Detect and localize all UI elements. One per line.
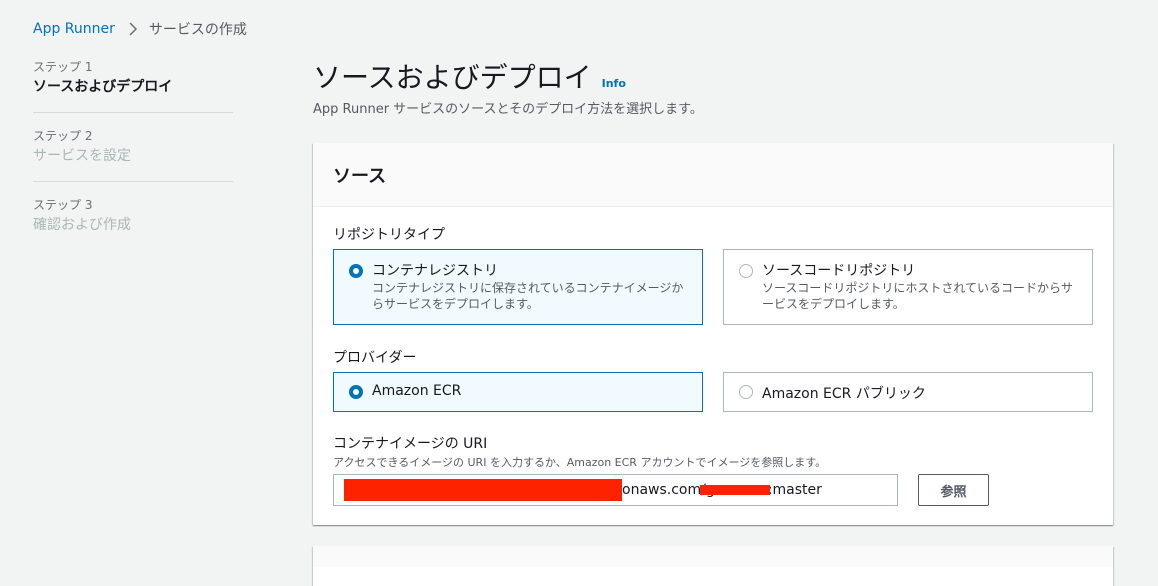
- container-registry-desc: コンテナレジストリに保存されているコンテナイメージからサービスをデプロイします。: [372, 281, 684, 311]
- breadcrumb: App Runner サービスの作成: [33, 19, 247, 39]
- page-description: App Runner サービスのソースとそのデプロイ方法を選択します。: [313, 102, 703, 117]
- breadcrumb-app-runner-link[interactable]: App Runner: [33, 21, 115, 37]
- repository-type-label: リポジトリタイプ: [333, 227, 445, 243]
- step-2-title: サービスを設定: [33, 148, 131, 164]
- source-panel-header: ソース: [313, 143, 1113, 207]
- source-panel-title: ソース: [333, 165, 387, 187]
- provider-amazon-ecr-title: Amazon ECR: [372, 383, 462, 399]
- image-uri-description: アクセスできるイメージの URI を入力するか、Amazon ECR アカウント…: [333, 456, 827, 469]
- step-3-title: 確認および作成: [33, 217, 131, 233]
- image-uri-field[interactable]: [333, 474, 898, 506]
- chevron-right-icon: [129, 22, 137, 36]
- radio-selected-icon[interactable]: [349, 264, 363, 278]
- redaction-bar: [700, 485, 770, 495]
- info-link[interactable]: Info: [602, 77, 626, 90]
- redaction-bar: [344, 479, 622, 501]
- step-2-label: ステップ 2: [33, 129, 93, 143]
- step-1-title: ソースおよびデプロイ: [33, 79, 173, 95]
- container-registry-option[interactable]: コンテナレジストリ コンテナレジストリに保存されているコンテナイメージからサービ…: [333, 249, 703, 325]
- source-code-repository-title: ソースコードリポジトリ: [762, 263, 916, 279]
- step-1-label: ステップ 1: [33, 60, 93, 74]
- image-uri-label: コンテナイメージの URI: [333, 436, 488, 452]
- page-header: ソースおよびデプロイ Info: [313, 58, 626, 98]
- source-panel: ソース リポジトリタイプ コンテナレジストリ コンテナレジストリに保存されている…: [313, 143, 1113, 525]
- source-code-repository-option[interactable]: ソースコードリポジトリ ソースコードリポジトリにホストされているコードからサービ…: [723, 249, 1093, 325]
- wizard-steps: ステップ 1 ソースおよびデプロイ ステップ 2 サービスを設定 ステップ 3 …: [33, 58, 233, 264]
- breadcrumb-current: サービスの作成: [148, 22, 247, 38]
- provider-amazon-ecr-public-title: Amazon ECR パブリック: [762, 386, 926, 402]
- radio-selected-icon[interactable]: [349, 385, 363, 399]
- radio-unselected-icon[interactable]: [739, 264, 753, 278]
- step-2: ステップ 2 サービスを設定: [33, 127, 233, 182]
- browse-button[interactable]: 参照: [918, 474, 989, 506]
- page-title: ソースおよびデプロイ: [313, 61, 592, 94]
- step-3-label: ステップ 3: [33, 198, 93, 212]
- step-1: ステップ 1 ソースおよびデプロイ: [33, 58, 233, 113]
- step-3: ステップ 3 確認および作成: [33, 196, 233, 250]
- source-code-repository-desc: ソースコードリポジトリにホストされているコードからサービスをデプロイします。: [762, 281, 1074, 311]
- provider-label: プロバイダー: [333, 350, 417, 366]
- radio-unselected-icon[interactable]: [739, 385, 753, 399]
- provider-amazon-ecr-option[interactable]: Amazon ECR: [333, 372, 703, 412]
- next-panel-header: [313, 546, 1113, 567]
- container-registry-title: コンテナレジストリ: [372, 263, 498, 279]
- provider-amazon-ecr-public-option[interactable]: Amazon ECR パブリック: [723, 372, 1093, 412]
- next-panel: [313, 546, 1113, 586]
